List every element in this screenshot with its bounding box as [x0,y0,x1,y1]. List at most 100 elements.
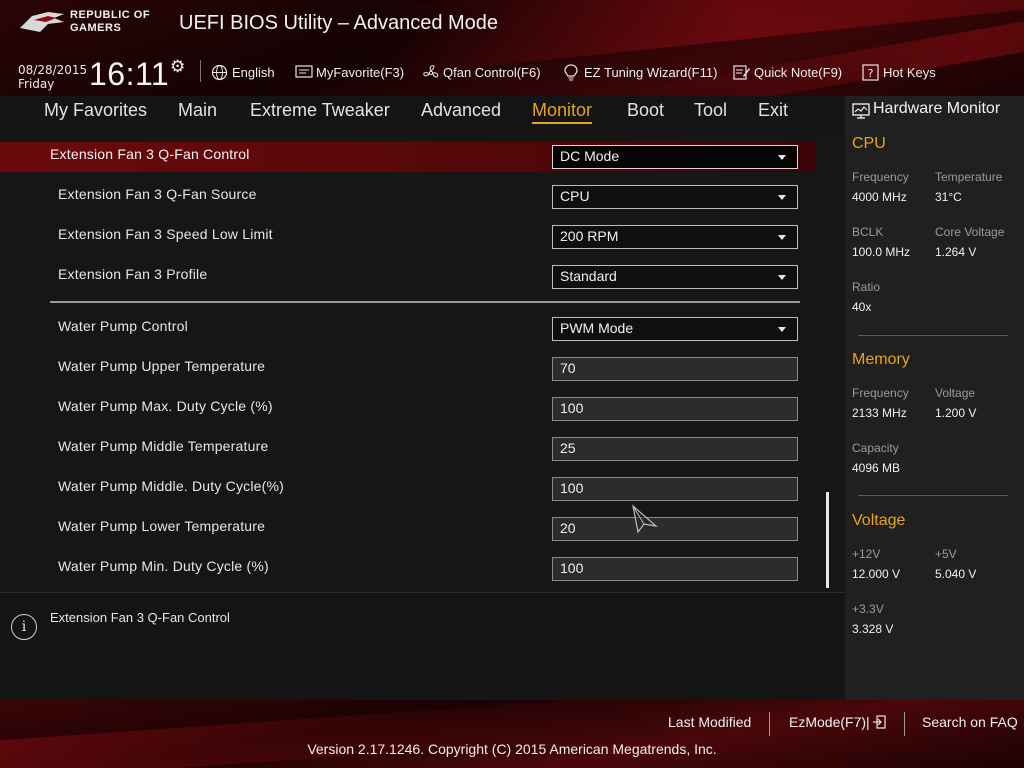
qfan-label: Qfan Control(F6) [443,64,541,80]
ext-fan3-profile-dropdown[interactable]: Standard [552,265,798,289]
hardware-monitor-panel: Hardware Monitor CPU Frequency 4000 MHz … [845,96,1024,700]
hw-divider [858,335,1008,336]
gear-icon[interactable]: ⚙ [170,57,185,77]
water-pump-middle-duty-input[interactable]: 100 [552,477,798,501]
chevron-down-icon [778,327,786,332]
setting-label-water-pump-lower-temp[interactable]: Water Pump Lower Temperature [58,518,265,534]
setting-label-water-pump-min-duty[interactable]: Water Pump Min. Duty Cycle (%) [58,558,269,574]
hot-keys-button[interactable]: ? Hot Keys [862,62,936,82]
setting-label-ext-fan3-profile[interactable]: Extension Fan 3 Profile [58,266,207,282]
hw-divider [858,495,1008,496]
setting-label-water-pump-middle-duty[interactable]: Water Pump Middle. Duty Cycle(%) [58,478,284,494]
setting-label-ext-fan3-qfan-control[interactable]: Extension Fan 3 Q-Fan Control [50,146,250,162]
hot-keys-label: Hot Keys [883,64,936,80]
tab-advanced[interactable]: Advanced [421,100,501,121]
water-pump-min-duty-input[interactable]: 100 [552,557,798,581]
myfavorite-label: MyFavorite(F3) [316,64,405,80]
tab-bar: My Favorites Main Extreme Tweaker Advanc… [0,96,845,130]
rog-logo: REPUBLIC OF GAMERS [18,8,168,38]
ext-fan3-speed-low-limit-dropdown[interactable]: 200 RPM [552,225,798,249]
tab-boot[interactable]: Boot [627,100,664,121]
ext-fan3-qfan-control-dropdown[interactable]: DC Mode [552,145,798,169]
memory-capacity-label: Capacity [852,441,899,455]
v5-value: 5.040 V [935,567,977,581]
tab-exit[interactable]: Exit [758,100,788,121]
chevron-down-icon [778,155,786,160]
note-pen-icon [733,64,751,80]
tab-my-favorites[interactable]: My Favorites [44,100,147,121]
search-faq-button[interactable]: Search on FAQ [922,714,1018,730]
hardware-monitor-title: Hardware Monitor [873,100,1001,117]
qfan-control-button[interactable]: Qfan Control(F6) [422,62,541,82]
tab-monitor[interactable]: Monitor [532,100,593,124]
chevron-down-icon [778,275,786,280]
setting-label-ext-fan3-speed-low-limit[interactable]: Extension Fan 3 Speed Low Limit [58,226,273,242]
cpu-core-voltage-label: Core Voltage [935,225,1005,239]
setting-label-ext-fan3-qfan-source[interactable]: Extension Fan 3 Q-Fan Source [58,186,257,202]
input-value: 100 [560,400,584,416]
hw-section-memory: Memory [852,351,910,368]
last-modified-button[interactable]: Last Modified [668,714,751,730]
water-pump-control-dropdown[interactable]: PWM Mode [552,317,798,341]
memory-capacity-value: 4096 MB [852,461,901,475]
setting-label-water-pump-control[interactable]: Water Pump Control [58,318,188,334]
dropdown-value: 200 RPM [560,228,619,244]
setting-label-water-pump-upper-temp[interactable]: Water Pump Upper Temperature [58,358,265,374]
setting-label-water-pump-max-duty[interactable]: Water Pump Max. Duty Cycle (%) [58,398,273,414]
chevron-down-icon [778,195,786,200]
cpu-frequency-value: 4000 MHz [852,190,907,204]
brand-line1: REPUBLIC OF [70,9,151,21]
water-pump-middle-temp-input[interactable]: 25 [552,437,798,461]
water-pump-upper-temp-input[interactable]: 70 [552,357,798,381]
cpu-temperature-label: Temperature [935,170,1003,184]
memory-voltage-label: Voltage [935,386,976,400]
help-panel: i Extension Fan 3 Q-Fan Control [0,592,845,700]
monitor-screen-icon [852,103,870,119]
fan-icon [422,64,440,80]
dropdown-value: PWM Mode [560,320,634,336]
input-value: 100 [560,560,584,576]
water-pump-max-duty-input[interactable]: 100 [552,397,798,421]
settings-panel: Extension Fan 3 Q-Fan Control DC Mode Ex… [0,130,845,592]
clock-display: 16:11 [89,56,170,92]
setting-label-water-pump-middle-temp[interactable]: Water Pump Middle Temperature [58,438,268,454]
v12-label: +12V [852,547,881,561]
cpu-temperature-value: 31°C [935,190,962,204]
brand-line2: GAMERS [70,22,122,34]
rog-eye-icon [20,12,64,32]
toolbar-separator [200,60,201,82]
ext-fan3-qfan-source-dropdown[interactable]: CPU [552,185,798,209]
quick-note-button[interactable]: Quick Note(F9) [733,62,842,82]
app-title: UEFI BIOS Utility – Advanced Mode [179,12,499,34]
section-divider [50,301,800,303]
svg-text:?: ? [868,67,874,80]
tab-main[interactable]: Main [178,100,217,121]
footer-separator [769,712,770,736]
cpu-ratio-value: 40x [852,300,872,314]
cpu-bclk-value: 100.0 MHz [852,245,911,259]
water-pump-lower-temp-input[interactable]: 20 [552,517,798,541]
input-value: 70 [560,360,576,376]
footer-red-streak [0,700,641,768]
cpu-frequency-label: Frequency [852,170,909,184]
myfavorite-button[interactable]: MyFavorite(F3) [295,62,404,82]
input-value: 100 [560,480,584,496]
v33-label: +3.3V [852,602,884,616]
v12-value: 12.000 V [852,567,901,581]
settings-scrollbar[interactable] [826,492,829,588]
globe-icon [211,64,229,81]
ez-tuning-wizard-button[interactable]: EZ Tuning Wizard(F11) [563,62,717,82]
tab-tool[interactable]: Tool [694,100,727,121]
copyright-text: Version 2.17.1246. Copyright (C) 2015 Am… [307,741,717,757]
date-display: 08/28/2015 [18,63,88,77]
footer-bar: Last Modified EzMode(F7)| Search on FAQ … [0,700,1024,768]
chevron-down-icon [778,235,786,240]
dropdown-value: CPU [560,188,590,204]
ezmode-button[interactable]: EzMode(F7)| [789,714,886,730]
ez-tuning-label: EZ Tuning Wizard(F11) [584,64,718,80]
lightbulb-icon [563,64,581,81]
language-button[interactable]: English [211,62,275,82]
info-icon: i [11,614,37,640]
tab-extreme-tweaker[interactable]: Extreme Tweaker [250,100,390,121]
cpu-core-voltage-value: 1.264 V [935,245,977,259]
